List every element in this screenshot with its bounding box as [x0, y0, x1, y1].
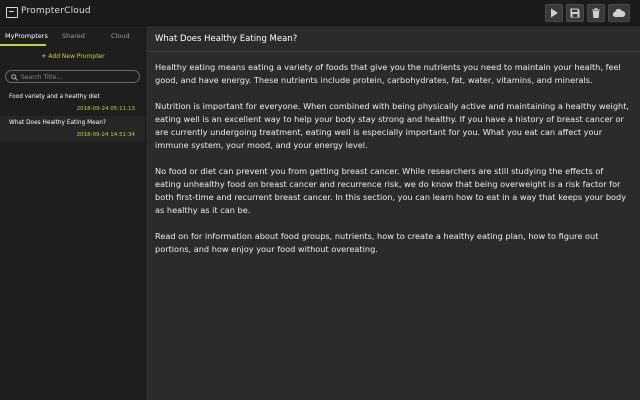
add-new-prompter-button[interactable]: + Add New Prompter — [0, 53, 146, 60]
top-bar: PrompterCloud — [0, 0, 640, 26]
save-button[interactable] — [566, 4, 584, 22]
document-paragraph: Nutrition is important for everyone. Whe… — [155, 101, 630, 150]
document-title[interactable]: What Does Healthy Eating Mean? — [155, 34, 297, 44]
document-pane: What Does Healthy Eating Mean? Healthy e… — [146, 26, 640, 400]
tab-cloud[interactable]: Cloud — [111, 32, 130, 40]
document-body[interactable]: Healthy eating means eating a variety of… — [155, 61, 631, 269]
sidebar: MyPrompters Shared Cloud + Add New Prompt… — [0, 26, 146, 400]
list-item-date: 2018-09-24 14:51:34 — [76, 132, 135, 138]
cloud-button[interactable] — [608, 4, 630, 22]
search-icon — [11, 73, 18, 81]
delete-button[interactable] — [587, 4, 605, 22]
list-item[interactable]: Food variety and a healthy diet 2018-09-… — [0, 90, 145, 116]
tab-shared[interactable]: Shared — [62, 32, 85, 40]
document-paragraph: No food or diet can prevent you from get… — [155, 166, 627, 215]
play-icon — [551, 8, 558, 18]
document-paragraph: Healthy eating means eating a variety of… — [155, 62, 621, 85]
list-item-date: 2018-09-24 05:11:13 — [76, 106, 135, 112]
search-box — [5, 70, 140, 83]
document-header: What Does Healthy Eating Mean? — [146, 26, 640, 52]
document-paragraph: Read on for information about food group… — [155, 231, 599, 254]
floppy-disk-icon — [570, 8, 580, 18]
sidebar-tabs: MyPrompters Shared Cloud — [0, 26, 145, 46]
add-new-prompter-label: Add New Prompter — [48, 53, 105, 60]
list-item-title: What Does Healthy Eating Mean? — [9, 120, 106, 126]
app-logo-icon — [6, 7, 18, 18]
plus-icon: + — [41, 53, 47, 60]
active-tab-indicator — [0, 44, 46, 46]
app-title: PrompterCloud — [21, 6, 91, 16]
cloud-icon — [612, 8, 626, 18]
tab-myprompters[interactable]: MyPrompters — [5, 32, 48, 40]
list-item[interactable]: What Does Healthy Eating Mean? 2018-09-2… — [0, 116, 145, 142]
play-button[interactable] — [545, 4, 563, 22]
list-item-title: Food variety and a healthy diet — [9, 94, 100, 100]
search-input[interactable] — [21, 72, 136, 82]
trash-icon — [592, 8, 600, 18]
